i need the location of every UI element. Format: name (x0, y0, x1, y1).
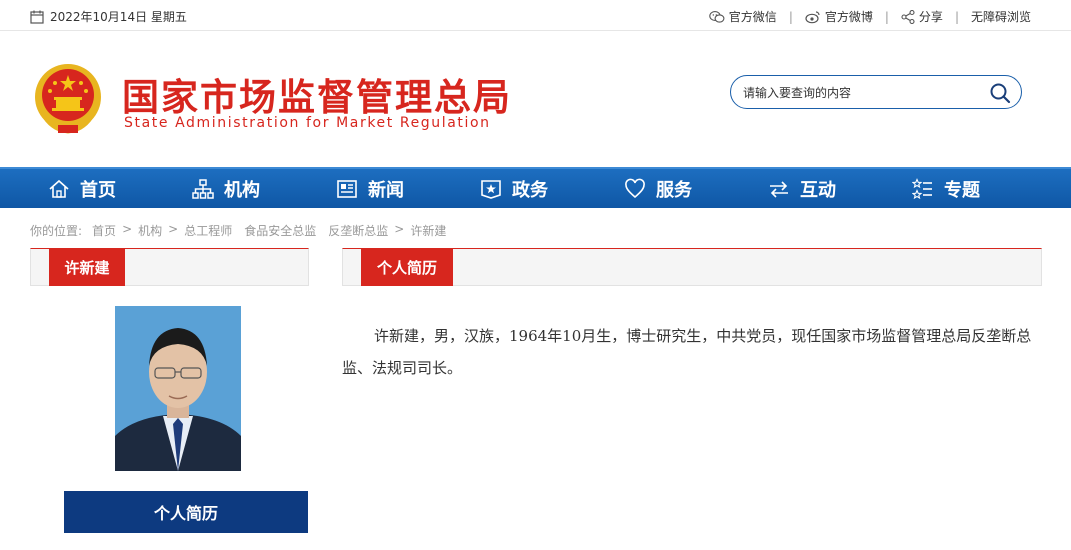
breadcrumb: 你的位置: 首页 > 机构 > 总工程师 食品安全总监 反垄断总监 > 许新建 (30, 222, 446, 239)
nav-item-home[interactable]: 首页 (48, 169, 116, 208)
official-wechat-link[interactable]: 官方微信 (709, 8, 777, 25)
nav-item-government-affairs[interactable]: 政务 (480, 169, 548, 208)
wechat-label: 官方微信 (728, 10, 777, 24)
resume-tab: 个人简历 (361, 249, 453, 286)
news-icon (337, 179, 357, 198)
nav-item-topics[interactable]: 专题 (912, 169, 980, 208)
org-name-english: State Administration for Market Regulati… (124, 115, 491, 131)
nav-item-news[interactable]: 新闻 (336, 169, 404, 208)
share-link[interactable]: 分享 (901, 8, 943, 25)
breadcrumb-item-food-safety-director[interactable]: 食品安全总监 (244, 222, 316, 239)
home-icon (49, 179, 69, 198)
org-chart-icon (192, 178, 214, 199)
official-weibo-link[interactable]: 官方微博 (805, 8, 873, 25)
breadcrumb-arrow: > (168, 222, 179, 236)
breadcrumb-item-antimonopoly-director[interactable]: 反垄断总监 (328, 222, 388, 239)
share-label: 分享 (918, 10, 943, 24)
wechat-icon (709, 10, 725, 23)
search-input[interactable] (743, 83, 983, 103)
topics-icon (912, 177, 932, 199)
main-nav: 首页 机构 新闻 政务 服务 互动 专题 (0, 167, 1071, 208)
right-panel-header: 个人简历 (342, 248, 1042, 286)
search-icon[interactable] (989, 82, 1011, 104)
share-icon (901, 9, 915, 24)
date-text: 2022年10月14日 星期五 (50, 10, 187, 24)
breadcrumb-prefix: 你的位置: (30, 224, 83, 238)
portrait-photo (115, 306, 241, 471)
separator: | (884, 9, 889, 24)
nav-item-services[interactable]: 服务 (624, 169, 692, 208)
weibo-label: 官方微博 (824, 10, 873, 24)
site-header: 国家市场监督管理总局 State Administration for Mark… (0, 31, 1071, 167)
breadcrumb-arrow: > (122, 222, 133, 236)
breadcrumb-item-organization[interactable]: 机构 (138, 222, 162, 239)
org-name-chinese[interactable]: 国家市场监督管理总局 (122, 67, 512, 121)
resume-button[interactable]: 个人简历 (64, 491, 308, 533)
accessibility-link[interactable]: 无障碍浏览 (971, 8, 1031, 25)
left-panel-header: 许新建 (30, 248, 309, 286)
nav-item-organization[interactable]: 机构 (192, 169, 260, 208)
portrait-image (115, 306, 241, 471)
weibo-icon (805, 10, 820, 23)
nav-item-interaction[interactable]: 互动 (768, 169, 836, 208)
top-bar: 2022年10月14日 星期五 官方微信 | 官方微博 | 分享 | 无障碍浏览 (0, 0, 1071, 31)
biography-text: 许新建，男，汉族，1964年10月生，博士研究生，中共党员，现任国家市场监督管理… (342, 327, 1032, 377)
separator: | (954, 9, 959, 24)
breadcrumb-item-current[interactable]: 许新建 (410, 222, 446, 239)
date-display: 2022年10月14日 星期五 (30, 8, 187, 25)
government-icon (481, 179, 501, 199)
breadcrumb-item-home[interactable]: 首页 (92, 222, 116, 239)
person-name-tab: 许新建 (49, 249, 125, 286)
breadcrumb-item-chief-engineer[interactable]: 总工程师 (184, 222, 232, 239)
breadcrumb-arrow: > (394, 222, 405, 236)
exchange-icon (770, 180, 788, 198)
separator: | (788, 9, 793, 24)
heart-icon (625, 178, 645, 198)
calendar-icon (30, 10, 44, 24)
top-links: 官方微信 | 官方微博 | 分享 | 无障碍浏览 (709, 8, 1031, 25)
national-emblem-logo[interactable] (32, 61, 104, 137)
search-box (730, 75, 1022, 109)
